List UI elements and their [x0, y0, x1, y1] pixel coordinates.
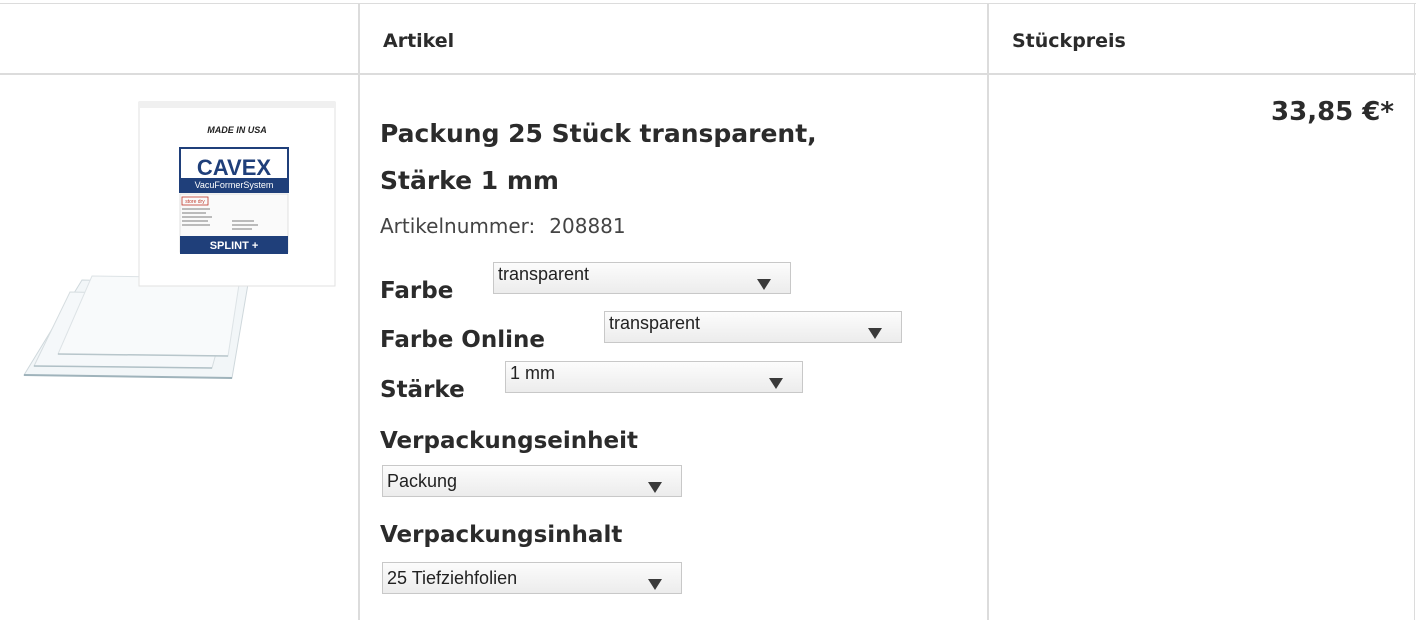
verpackungsinhalt-select-value: 25 Tiefziehfolien — [387, 568, 518, 588]
verpackungsinhalt-label: Verpackungsinhalt — [380, 522, 623, 548]
article-number-label: Artikelnummer: — [380, 214, 536, 238]
unit-price: 33,85 €* — [1271, 97, 1394, 127]
column-divider-2 — [987, 3, 989, 620]
farbe-online-select-value: transparent — [609, 313, 701, 333]
box-made-in: MADE IN USA — [207, 125, 267, 135]
farbe-select-value: transparent — [498, 264, 590, 284]
product-title-line-2: Stärke 1 mm — [380, 166, 559, 195]
product-image[interactable]: MADE IN USA CAVEX VacuFormerSystem store… — [22, 98, 340, 382]
staerke-label: Stärke — [380, 377, 465, 403]
chevron-down-icon — [748, 362, 802, 392]
verpackungseinheit-label: Verpackungseinheit — [380, 428, 639, 454]
product-title[interactable]: Packung 25 Stück transparent, Stärke 1 m… — [380, 110, 817, 204]
farbe-label: Farbe — [380, 278, 454, 304]
chevron-down-icon — [627, 563, 681, 593]
column-header-stueckpreis: Stückpreis — [1012, 30, 1126, 52]
product-title-line-1: Packung 25 Stück transparent, — [380, 119, 817, 148]
chevron-down-icon — [847, 312, 901, 342]
article-number: Artikelnummer: 208881 — [380, 214, 626, 238]
table-right-border — [1414, 3, 1415, 620]
chevron-down-icon — [736, 263, 790, 293]
header-divider — [0, 73, 1416, 75]
staerke-select-value: 1 mm — [510, 363, 555, 383]
box-store-dry: store dry — [185, 199, 205, 205]
table-top-border — [0, 3, 1416, 4]
farbe-online-label: Farbe Online — [380, 327, 545, 353]
verpackungseinheit-select-value: Packung — [387, 471, 458, 491]
farbe-select[interactable]: transparent — [493, 262, 791, 294]
farbe-online-select[interactable]: transparent — [604, 311, 902, 343]
box-name: SPLINT + — [210, 240, 259, 252]
staerke-select[interactable]: 1 mm — [505, 361, 803, 393]
product-box: MADE IN USA CAVEX VacuFormerSystem store… — [138, 101, 336, 287]
box-system: VacuFormerSystem — [195, 180, 274, 190]
foil-sheets — [23, 275, 249, 379]
verpackungsinhalt-select[interactable]: 25 Tiefziehfolien — [382, 562, 682, 594]
article-number-value: 208881 — [549, 214, 626, 238]
column-header-artikel: Artikel — [383, 30, 455, 52]
chevron-down-icon — [627, 466, 681, 496]
verpackungseinheit-select[interactable]: Packung — [382, 465, 682, 497]
box-brand: CAVEX — [197, 155, 271, 180]
column-divider-1 — [358, 3, 360, 620]
